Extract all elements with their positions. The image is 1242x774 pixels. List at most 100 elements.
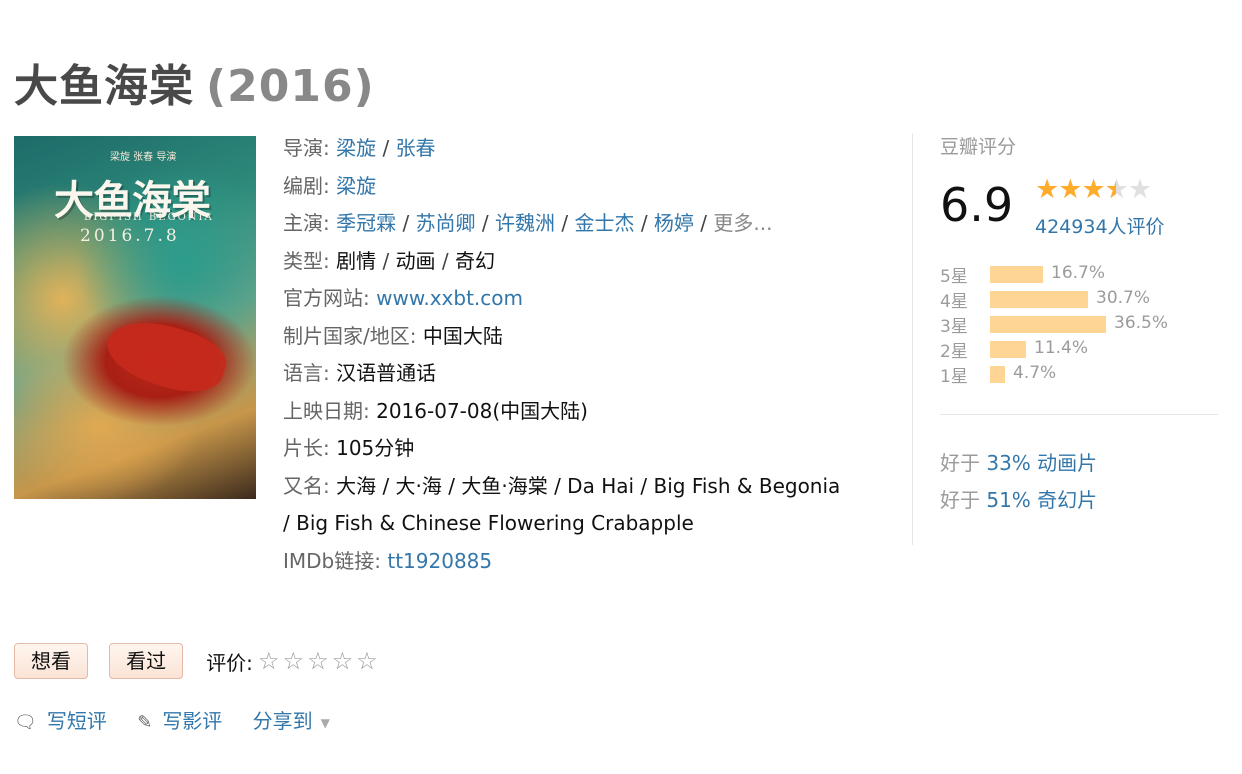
poster-date: 2016.7.8 [80, 226, 180, 246]
release-row: 上映日期: 2016-07-08(中国大陆) [283, 393, 853, 431]
share-link[interactable]: 分享到 ▼ [253, 705, 330, 734]
poster-credits: 梁旋 张春 导演 [110, 152, 177, 163]
watched-button[interactable]: 看过 [109, 643, 184, 679]
cast-more-link[interactable]: 更多... [713, 211, 772, 235]
cast-link[interactable]: 许魏洲 [495, 211, 555, 235]
language-label: 语言: [283, 361, 330, 385]
vertical-divider [912, 133, 913, 545]
language-value: 汉语普通话 [336, 361, 437, 385]
better-than-link[interactable]: 51% 奇幻片 [986, 488, 1097, 512]
runtime-value: 105分钟 [336, 436, 415, 460]
action-bar: 想看 看过 评价: ☆☆☆☆☆ [14, 643, 381, 679]
writer-label: 编剧: [283, 173, 330, 198]
better-than: 好于 33% 动画片 好于 51% 奇幻片 [940, 445, 1097, 519]
country-row: 制片国家/地区: 中国大陆 [283, 318, 853, 356]
country-label: 制片国家/地区: [283, 323, 417, 348]
rating-stars: ★★★★★★ [1035, 174, 1152, 205]
rating-bar-percent: 16.7% [1051, 263, 1106, 283]
comment-icon: 🗨 [14, 712, 37, 733]
rating-bar-percent: 4.7% [1013, 363, 1057, 383]
better-than-prefix: 好于 [940, 488, 980, 512]
writer-row: 编剧: 梁旋 [283, 168, 853, 206]
site-row: 官方网站: www.xxbt.com [283, 280, 853, 318]
want-to-watch-button[interactable]: 想看 [14, 643, 88, 679]
better-than-link[interactable]: 33% 动画片 [986, 451, 1097, 475]
rating-bar-row: 1星 4.7% [940, 362, 1220, 387]
official-site-link[interactable]: www.xxbt.com [376, 286, 523, 310]
director-row: 导演: 梁旋 / 张春 [283, 136, 436, 160]
star-full-icon: ★ [1035, 174, 1059, 205]
cast-label: 主演: [283, 211, 330, 235]
rating-bar [990, 291, 1088, 308]
horizontal-divider [940, 414, 1218, 415]
poster-subtitle: BIGFISH BEGONIA [84, 212, 214, 223]
write-review-label: 写影评 [162, 709, 223, 733]
rating-bar-percent: 30.7% [1096, 288, 1151, 308]
rating-bar-percent: 36.5% [1114, 313, 1169, 333]
rating-panel: 豆瓣评分 6.9 ★★★★★★ 424934人评价 5星16.7%4星30.7%… [940, 130, 1220, 387]
runtime-label: 片长: [283, 436, 330, 460]
genre-row: 类型: 剧情 / 动画 / 奇幻 [283, 248, 496, 273]
rating-bar-row: 4星 30.7% [940, 287, 1220, 312]
rating-distribution: 5星 16.7% 4星 30.7% 3星 36.5% 2星 11.4% 1星 4.7% [940, 262, 1220, 387]
site-label: 官方网站: [283, 286, 370, 310]
runtime-row: 片长: 105分钟 [283, 430, 853, 468]
director-label: 导演: [283, 136, 330, 160]
rating-title: 豆瓣评分 [940, 136, 1017, 158]
write-review-link[interactable]: ✎ 写影评 [137, 705, 222, 734]
short-review-link[interactable]: 🗨 写短评 [14, 705, 107, 734]
better-than-row: 好于 33% 动画片 [940, 445, 1097, 482]
rating-bar [990, 316, 1106, 333]
better-than-prefix: 好于 [940, 451, 980, 475]
rate-label: 评价: [206, 650, 253, 675]
genre-label: 类型: [283, 248, 330, 273]
imdb-label: IMDb链接: [283, 548, 381, 573]
rating-bar [990, 266, 1043, 283]
cast-link[interactable]: 金士杰 [574, 211, 634, 235]
cast-link[interactable]: 季冠霖 [336, 211, 396, 235]
aka-row: 又名: 大海 / 大·海 / 大鱼·海棠 / Da Hai / Big Fish… [283, 468, 853, 543]
release-label: 上映日期: [283, 398, 370, 423]
review-links: 🗨 写短评 ✎ 写影评 分享到 ▼ [14, 705, 354, 734]
rating-bar-label: 5星 [940, 267, 968, 287]
genre-value: 剧情 [336, 248, 377, 273]
cast-link[interactable]: 杨婷 [654, 211, 694, 235]
star-empty-icon: ★ [1127, 174, 1152, 205]
language-row: 语言: 汉语普通话 [283, 355, 853, 393]
rating-score: 6.9 [940, 178, 1014, 232]
star-half-icon: ★★ [1104, 174, 1129, 205]
aka-label: 又名: [283, 473, 330, 498]
rating-bar [990, 341, 1026, 358]
star-full-icon: ★ [1058, 174, 1082, 205]
rate-stars-input[interactable]: ☆☆☆☆☆ [258, 647, 381, 675]
movie-title: 大鱼海棠 [14, 61, 194, 112]
cast-row: 主演: 季冠霖 / 苏尚卿 / 许魏洲 / 金士杰 / 杨婷 / 更多... [283, 211, 773, 235]
rating-bar-row: 5星 16.7% [940, 262, 1220, 287]
imdb-row: IMDb链接: tt1920885 [283, 543, 853, 581]
genre-value: 奇幻 [455, 248, 496, 273]
movie-info: 导演: 梁旋 / 张春 编剧: 梁旋 主演: 季冠霖 / 苏尚卿 / 许魏洲 /… [283, 130, 853, 580]
rating-bar-label: 1星 [940, 367, 968, 387]
rating-bar-label: 2星 [940, 342, 968, 362]
poster-fish-shape [99, 308, 233, 404]
rating-bar-label: 3星 [940, 317, 968, 337]
chevron-down-icon: ▼ [320, 715, 330, 730]
better-than-row: 好于 51% 奇幻片 [940, 482, 1097, 519]
release-value: 2016-07-08(中国大陆) [376, 398, 588, 423]
genre-value: 动画 [395, 248, 436, 273]
movie-poster[interactable]: 梁旋 张春 导演 大鱼海棠 BIGFISH BEGONIA 2016.7.8 [14, 136, 256, 499]
rating-bar-row: 2星 11.4% [940, 337, 1220, 362]
imdb-link[interactable]: tt1920885 [387, 549, 492, 573]
director-link[interactable]: 张春 [396, 136, 436, 160]
director-link[interactable]: 梁旋 [336, 136, 376, 160]
rating-count-link[interactable]: 424934人评价 [1035, 212, 1165, 239]
writer-link[interactable]: 梁旋 [336, 174, 376, 198]
share-label: 分享到 [252, 709, 313, 733]
short-review-label: 写短评 [46, 709, 107, 733]
pencil-icon: ✎ [137, 712, 153, 733]
aka-value: 大海 / 大·海 / 大鱼·海棠 / Da Hai / Big Fish & B… [283, 473, 841, 536]
page-title: 大鱼海棠 (2016) [14, 50, 375, 114]
movie-year: (2016) [206, 61, 375, 112]
star-full-icon: ★ [1081, 174, 1105, 205]
cast-link[interactable]: 苏尚卿 [416, 211, 476, 235]
